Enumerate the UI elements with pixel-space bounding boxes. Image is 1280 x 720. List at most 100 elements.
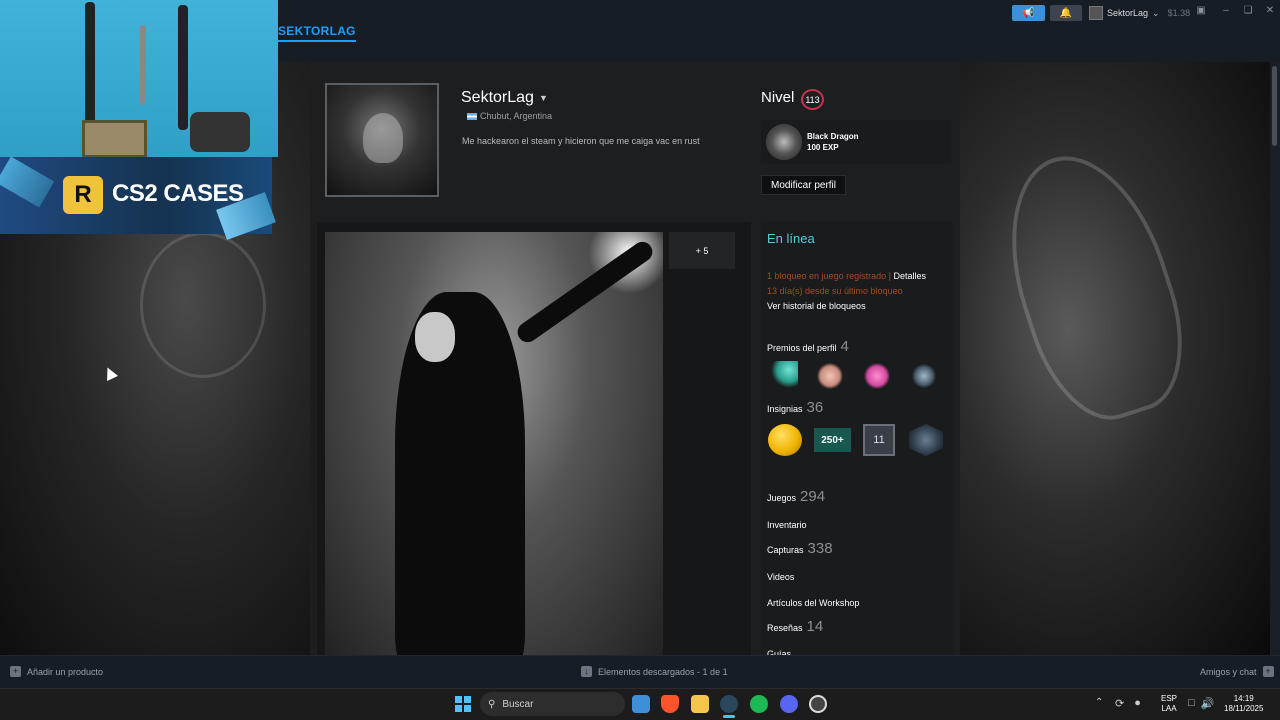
profile-name-menu[interactable]: SektorLag ▼ (461, 89, 548, 107)
tray-icons[interactable]: ⟳ ● (1115, 697, 1141, 710)
featured-badge-name: Black Dragon (807, 132, 859, 141)
downloads-app-icon[interactable] (632, 695, 650, 713)
scrollbar-thumb[interactable] (1272, 66, 1277, 146)
restore-icon[interactable]: ❏ (1241, 5, 1255, 19)
downloads-label: Elementos descargados - 1 de 1 (598, 666, 728, 677)
ban-details-link[interactable]: Detalles (893, 271, 926, 281)
account-name: SektorLag (1107, 8, 1149, 18)
games-link[interactable]: Juegos 294 (767, 488, 825, 505)
guitar-icon (178, 5, 188, 130)
chevron-down-icon: ⌄ (1152, 7, 1160, 18)
taskbar-search-label: Buscar (502, 698, 534, 710)
nav-title[interactable]: SEKTORLAG (278, 24, 356, 42)
coin-badge-icon[interactable] (768, 424, 802, 456)
games-owned-badge[interactable]: 250+ (814, 428, 851, 452)
announcements-button[interactable]: 📢 (1012, 5, 1045, 21)
performer-arm (513, 237, 657, 347)
ban-days-text: 13 día(s) desde su último bloqueo (767, 286, 903, 296)
microphone (190, 112, 250, 152)
webcam-overlay (0, 0, 278, 157)
profile-location: Chubut, Argentina (480, 111, 553, 121)
screenshots-label: Capturas (767, 545, 804, 555)
taskbar-clock[interactable]: 14:19 18/11/2025 (1224, 694, 1263, 714)
badges-link[interactable]: Insignias 36 (767, 399, 823, 416)
sync-icon[interactable]: ⟳ (1115, 697, 1124, 710)
clock-date: 18/11/2025 (1224, 704, 1264, 713)
level-label: Nivel (761, 89, 795, 106)
reviews-link[interactable]: Reseñas 14 (767, 618, 823, 635)
performer-silhouette (395, 292, 525, 655)
scrollbar[interactable] (1270, 62, 1280, 655)
dragon-badge-icon (766, 124, 802, 160)
level-badge[interactable]: 113 (801, 89, 824, 110)
sponsor-logo: R (63, 176, 103, 214)
ban-status: 1 bloqueo en juego registrado | Detalles (767, 271, 926, 281)
download-icon: ↓ (581, 666, 592, 677)
ban-count-text: 1 bloqueo en juego registrado | (767, 271, 891, 281)
guitar-icon (85, 2, 95, 127)
awards-count: 4 (840, 338, 849, 355)
inventory-link[interactable]: Inventario (767, 520, 807, 530)
file-explorer-icon[interactable] (691, 695, 709, 713)
avatar (1089, 6, 1103, 20)
active-app-indicator (723, 715, 735, 718)
clock-time: 14:19 (1233, 694, 1254, 703)
videos-link[interactable]: Videos (767, 572, 794, 582)
games-label: Juegos (767, 493, 797, 503)
microphone-icon[interactable]: ● (1134, 697, 1141, 710)
close-icon[interactable]: ✕ (1263, 5, 1277, 19)
spotify-icon[interactable] (750, 695, 768, 713)
big-picture-icon[interactable]: ▣ (1194, 5, 1208, 19)
network-icon: □ (1188, 697, 1195, 709)
award-baby-icon[interactable] (815, 361, 845, 391)
add-product-label: Añadir un producto (27, 666, 104, 677)
showcase-artwork-image[interactable] (325, 232, 663, 655)
friends-chat-button[interactable]: Amigos y chat + (1200, 666, 1274, 677)
reviews-count: 14 (806, 618, 824, 635)
award-comet-icon[interactable] (768, 361, 798, 391)
plus-icon: + (10, 666, 21, 677)
discord-icon[interactable] (780, 695, 798, 713)
steam-icon[interactable] (720, 695, 738, 713)
profile-name: SektorLag (461, 89, 534, 106)
minimize-icon[interactable]: – (1219, 5, 1233, 19)
notifications-button[interactable]: 🔔 (1050, 5, 1082, 21)
steam-alt-icon[interactable] (809, 695, 827, 713)
years-of-service-badge[interactable]: 11 (863, 424, 895, 456)
performer-face (415, 312, 455, 362)
profile-avatar[interactable] (325, 83, 439, 197)
language-indicator[interactable]: ESP LAA (1161, 694, 1177, 714)
bell-icon: 🔔 (1059, 7, 1073, 19)
awards-label: Premios del perfil (767, 343, 837, 353)
featured-badge-xp: 100 EXP (807, 143, 839, 152)
edit-profile-button[interactable]: Modificar perfil (761, 175, 846, 195)
profile-summary: Me hackearon el steam y hicieron que me … (462, 136, 700, 146)
wallet-balance: $1.38 (1167, 8, 1191, 18)
more-artwork-button[interactable]: + 5 (669, 232, 735, 269)
awards-link[interactable]: Premios del perfil 4 (767, 338, 849, 355)
megaphone-icon: 📢 (1022, 7, 1035, 19)
badges-label: Insignias (767, 404, 803, 414)
brave-browser-icon[interactable] (661, 695, 679, 713)
taskbar-search[interactable]: ⚲ Buscar (480, 692, 625, 716)
award-brain-icon[interactable] (909, 361, 939, 391)
award-heart-icon[interactable] (862, 361, 892, 391)
screenshots-link[interactable]: Capturas 338 (767, 540, 833, 557)
amplifier (82, 120, 147, 157)
badges-count: 36 (806, 399, 824, 416)
profile-background-right (960, 62, 1270, 655)
keyboard-layout: LAA (1161, 704, 1177, 713)
account-menu[interactable]: SektorLag ⌄ $1.38 (1089, 4, 1190, 22)
language-code: ESP (1161, 694, 1178, 703)
chat-icon: + (1262, 666, 1274, 677)
online-status: En línea (767, 231, 815, 246)
tray-overflow-icon[interactable]: ⌃ (1095, 697, 1103, 708)
add-product-button[interactable]: + Añadir un producto (10, 666, 103, 677)
windows-start-icon[interactable] (455, 696, 471, 712)
sponsor-text: CS2 CASES (112, 180, 244, 207)
workshop-link[interactable]: Artículos del Workshop (767, 598, 859, 608)
downloads-button[interactable]: ↓ Elementos descargados - 1 de 1 (581, 666, 728, 677)
network-volume[interactable]: □ 🔊 (1188, 697, 1214, 710)
volume-icon: 🔊 (1200, 698, 1215, 710)
ban-history-link[interactable]: Ver historial de bloqueos (767, 301, 866, 311)
